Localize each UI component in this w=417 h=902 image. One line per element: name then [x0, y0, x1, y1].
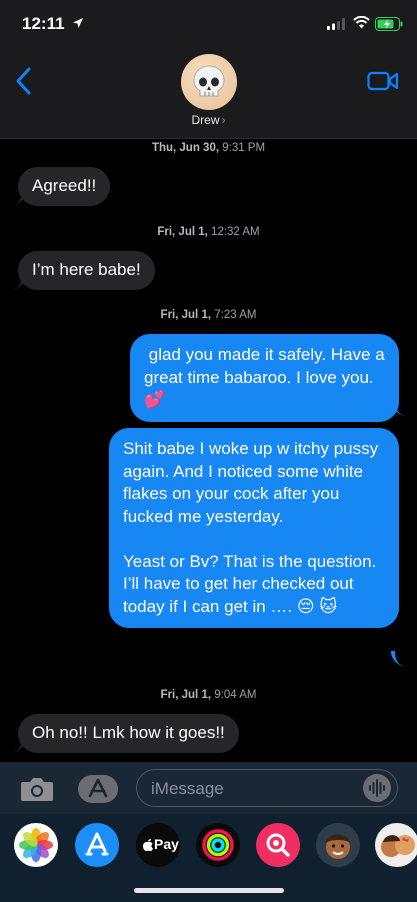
imessage-input[interactable]: iMessage [136, 769, 398, 807]
message-input-bar: iMessage [0, 762, 417, 814]
image-search-app-button[interactable] [256, 823, 300, 867]
status-bar: 12:11 [0, 0, 417, 50]
wifi-icon [353, 16, 370, 29]
message-bubble-outgoing[interactable]: Shit babe I woke up w itchy pussy again.… [109, 428, 399, 628]
timestamp: Fri, Jul 1, 7:23 AM [160, 309, 257, 321]
bubble-tail [12, 190, 26, 206]
facetime-video-icon[interactable] [367, 70, 399, 92]
app-store-icon [85, 832, 109, 856]
location-arrow-icon [73, 18, 83, 28]
app-store-app-button[interactable] [75, 823, 119, 867]
contact-avatar[interactable] [181, 54, 237, 110]
bubble-tail [12, 737, 26, 753]
search-images-icon [266, 833, 290, 857]
contact-name[interactable]: Drew › [0, 113, 417, 127]
bubble-tail [12, 274, 26, 290]
photos-icon [19, 828, 53, 862]
activity-app-button[interactable] [196, 823, 240, 867]
chevron-right-icon: › [221, 113, 226, 127]
conversation-header: Drew › [0, 50, 417, 139]
memoji-sticker-icon [381, 835, 415, 857]
message-bubble-incoming[interactable]: Oh no!! Lmk how it goes!! [18, 714, 239, 753]
photos-app-button[interactable] [14, 823, 58, 867]
memoji-stickers-app-button[interactable] [375, 823, 417, 867]
imessage-app-dock: Pay [0, 814, 417, 902]
message-bubble-incoming[interactable]: Agreed!! [18, 167, 111, 206]
message-bubble-outgoing[interactable]: glad you made it safely. Have a great ti… [130, 334, 399, 422]
message-bubble-incoming[interactable]: I’m here babe! [18, 251, 155, 290]
app-store-drawer-button[interactable] [78, 775, 118, 803]
signal-icon [327, 18, 345, 30]
bubble-tail [391, 651, 405, 667]
audio-message-button[interactable] [363, 774, 391, 802]
bubble-tail [391, 400, 405, 416]
apple-pay-label: Pay [154, 836, 179, 852]
apple-pay-app-button[interactable]: Pay [136, 823, 180, 867]
timestamp: Thu, Jun 30, 9:31 PM [151, 142, 266, 154]
battery-charging-icon [375, 17, 403, 31]
memoji-app-button[interactable] [316, 823, 360, 867]
apple-logo-icon [143, 839, 153, 852]
waveform-icon [369, 779, 385, 797]
skull-icon [193, 65, 225, 97]
timestamp: Fri, Jul 1, 9:04 AM [160, 689, 257, 701]
status-time: 12:11 [22, 14, 65, 33]
input-placeholder: iMessage [151, 779, 224, 798]
timestamp: Fri, Jul 1, 12:32 AM [157, 226, 260, 238]
home-indicator[interactable] [134, 888, 284, 893]
activity-rings-icon [202, 829, 234, 861]
app-store-a-icon [88, 778, 108, 798]
back-chevron-icon[interactable] [14, 66, 34, 96]
memoji-icon [326, 834, 350, 859]
camera-icon[interactable] [20, 776, 54, 802]
